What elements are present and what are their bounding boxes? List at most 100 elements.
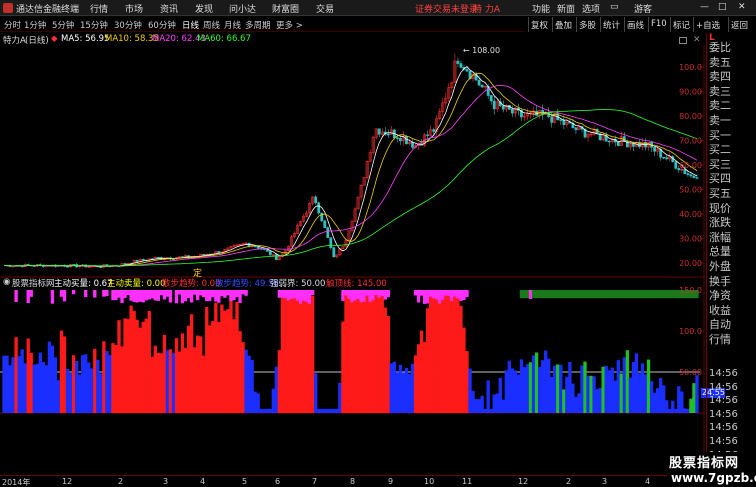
- panel-label: 委比: [709, 39, 731, 55]
- ma-info-line: 特力A (日线) ◆ MA5: 56.95 MA10: 58.35 MA20: …: [0, 33, 700, 45]
- menu-news[interactable]: 资讯: [160, 2, 178, 15]
- candle-body: [460, 64, 462, 68]
- close-pane-icon[interactable]: ✕: [693, 35, 701, 45]
- period-tab-monthly[interactable]: 月线: [224, 19, 241, 31]
- indicator-bar: [353, 294, 356, 413]
- indicator-bar: [611, 368, 614, 413]
- indicator-top-band: [635, 290, 638, 298]
- indicator-bar: [235, 302, 238, 413]
- indicator-bar: [384, 308, 387, 413]
- btn-multi-stock[interactable]: 多股: [576, 17, 598, 32]
- indicator-bar: [238, 331, 241, 413]
- window-min-icon[interactable]: —: [700, 2, 709, 12]
- indicator-bar: [517, 375, 520, 413]
- indicator-value-6: 触顶线: 145.00: [326, 277, 387, 289]
- btn-back[interactable]: 返回: [728, 17, 750, 32]
- indicator-bar: [580, 366, 583, 413]
- date-tick-label: 3: [602, 477, 607, 486]
- indicator-bar: [656, 388, 659, 413]
- indicator-bar: [108, 355, 111, 413]
- indicator-settings-icon[interactable]: ◉: [3, 277, 10, 287]
- btn-stats[interactable]: 统计: [600, 17, 622, 32]
- menu-trade[interactable]: 交易: [316, 2, 334, 15]
- kline-chart[interactable]: 100.0 90.00 80.00 70.00 60.00 50.00 40.00 30.00…: [0, 45, 705, 475]
- indicator-bar: [302, 294, 305, 413]
- indicator-bar: [535, 352, 538, 413]
- menu-market[interactable]: 市场: [125, 2, 143, 15]
- candle-body: [399, 138, 401, 141]
- btn-add-watchlist[interactable]: +自选: [693, 17, 722, 32]
- menu-ask[interactable]: 问小达: [229, 2, 256, 15]
- period-tab-weekly[interactable]: 周线: [203, 19, 220, 31]
- period-tab-30min[interactable]: 30分钟: [114, 19, 142, 31]
- indicator-bar: [57, 380, 60, 413]
- indicator-bar: [299, 294, 302, 413]
- indicator-top-band: [659, 290, 662, 298]
- price-tick-label: 100.0: [679, 63, 702, 72]
- menu-new-face[interactable]: 新面: [557, 2, 575, 15]
- menu-function[interactable]: 功能: [532, 2, 550, 15]
- btn-f10[interactable]: F10: [648, 17, 669, 32]
- indicator-top-band: [160, 290, 163, 295]
- indicator-bar: [429, 294, 432, 413]
- indicator-top-band: [435, 290, 438, 300]
- indicator-top-band: [574, 290, 577, 298]
- candle-body: [396, 138, 398, 139]
- date-tick-label: 2: [118, 477, 123, 486]
- indicator-bar: [269, 409, 272, 413]
- period-tab-daily[interactable]: 日线: [182, 19, 199, 31]
- indicator-bar: [423, 342, 426, 413]
- indicator-name: 股票指标网: [12, 277, 55, 289]
- candle-body: [666, 158, 668, 159]
- indicator-top-band: [238, 290, 241, 303]
- indicator-bar: [260, 409, 263, 413]
- indicator-bar: [408, 374, 411, 413]
- menu-guest[interactable]: 游客: [634, 2, 652, 15]
- period-tab-multi[interactable]: 多周期: [245, 19, 271, 31]
- indicator-top-band: [459, 290, 462, 301]
- indicator-bar: [562, 389, 565, 413]
- indicator-bar: [244, 350, 247, 413]
- indicator-top-band: [526, 290, 529, 298]
- indicator-top-band: [356, 290, 359, 299]
- indicator-top-band: [208, 290, 211, 301]
- period-tab-15min[interactable]: 15分钟: [80, 19, 108, 31]
- indicator-bar: [54, 357, 57, 413]
- menu-wealth[interactable]: 财富圈: [272, 2, 299, 15]
- menu-discover[interactable]: 发现: [195, 2, 213, 15]
- indicator-top-band: [111, 290, 114, 300]
- indicator-top-band: [296, 290, 299, 301]
- menu-options[interactable]: 选项: [582, 2, 600, 15]
- candle-body: [142, 259, 144, 260]
- period-tab-intraday[interactable]: 分时: [4, 19, 21, 31]
- btn-overlay[interactable]: 叠加: [552, 17, 574, 32]
- period-tab-more[interactable]: 更多 >: [276, 19, 303, 31]
- collapse-icon[interactable]: [679, 37, 687, 44]
- ma5-value: MA5: 56.95: [61, 34, 109, 44]
- menu-market-quotes[interactable]: 行情: [90, 2, 108, 15]
- indicator-top-band: [139, 290, 142, 302]
- btn-adjust[interactable]: 复权: [528, 17, 550, 32]
- close-icon[interactable]: ✕: [738, 2, 746, 12]
- btn-mark[interactable]: 标记: [670, 17, 692, 32]
- login-notice[interactable]: 证券交易未登录: [415, 2, 478, 15]
- indicator-top-band: [372, 290, 375, 300]
- candle-body: [511, 109, 513, 113]
- btn-draw[interactable]: 画线: [624, 17, 646, 32]
- indicator-top-band: [453, 290, 456, 297]
- minimize-icon[interactable]: ▭: [610, 2, 619, 12]
- indicator-bar: [577, 393, 580, 413]
- period-tab-5min[interactable]: 5分钟: [52, 19, 74, 31]
- indicator-top-band: [662, 290, 665, 298]
- period-tab-1min[interactable]: 1分钟: [24, 19, 46, 31]
- indicator-top-band: [60, 290, 63, 297]
- ma-toggle-icon[interactable]: ◆: [51, 34, 58, 44]
- indicator-top-band: [450, 290, 453, 301]
- indicator-top-band: [72, 290, 75, 294]
- indicator-top-band: [163, 290, 166, 300]
- window-max-icon[interactable]: □: [718, 2, 727, 12]
- indicator-top-band: [105, 290, 108, 296]
- indicator-bar: [347, 294, 350, 413]
- indicator-top-band: [117, 290, 120, 298]
- period-tab-60min[interactable]: 60分钟: [148, 19, 176, 31]
